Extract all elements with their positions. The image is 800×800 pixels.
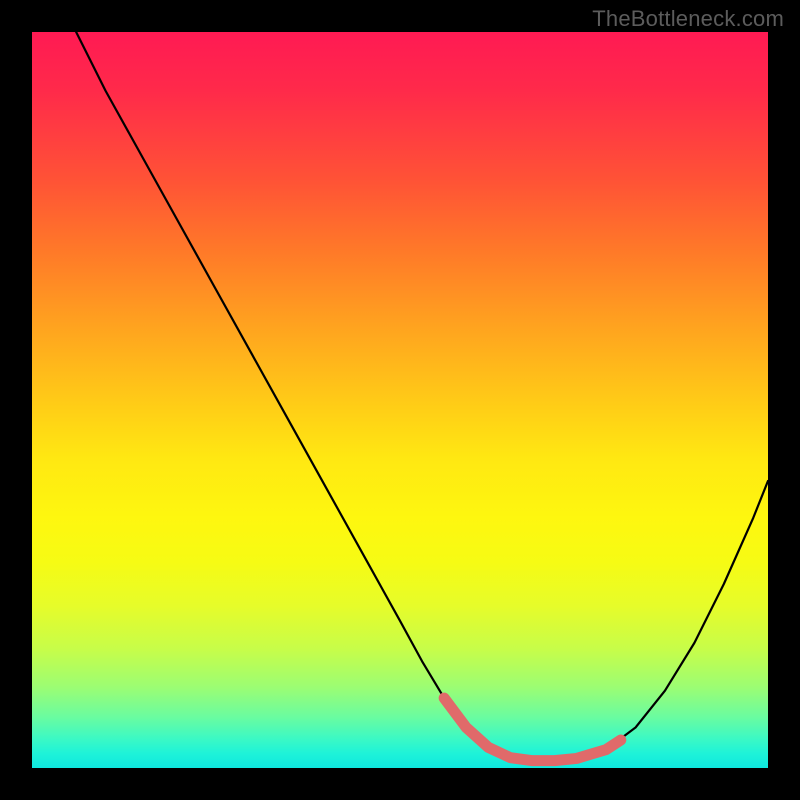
curve-svg <box>32 32 768 768</box>
bottleneck-curve <box>76 32 768 761</box>
valley-highlight <box>444 698 621 761</box>
plot-area <box>32 32 768 768</box>
chart-frame: TheBottleneck.com <box>0 0 800 800</box>
watermark-text: TheBottleneck.com <box>592 6 784 32</box>
